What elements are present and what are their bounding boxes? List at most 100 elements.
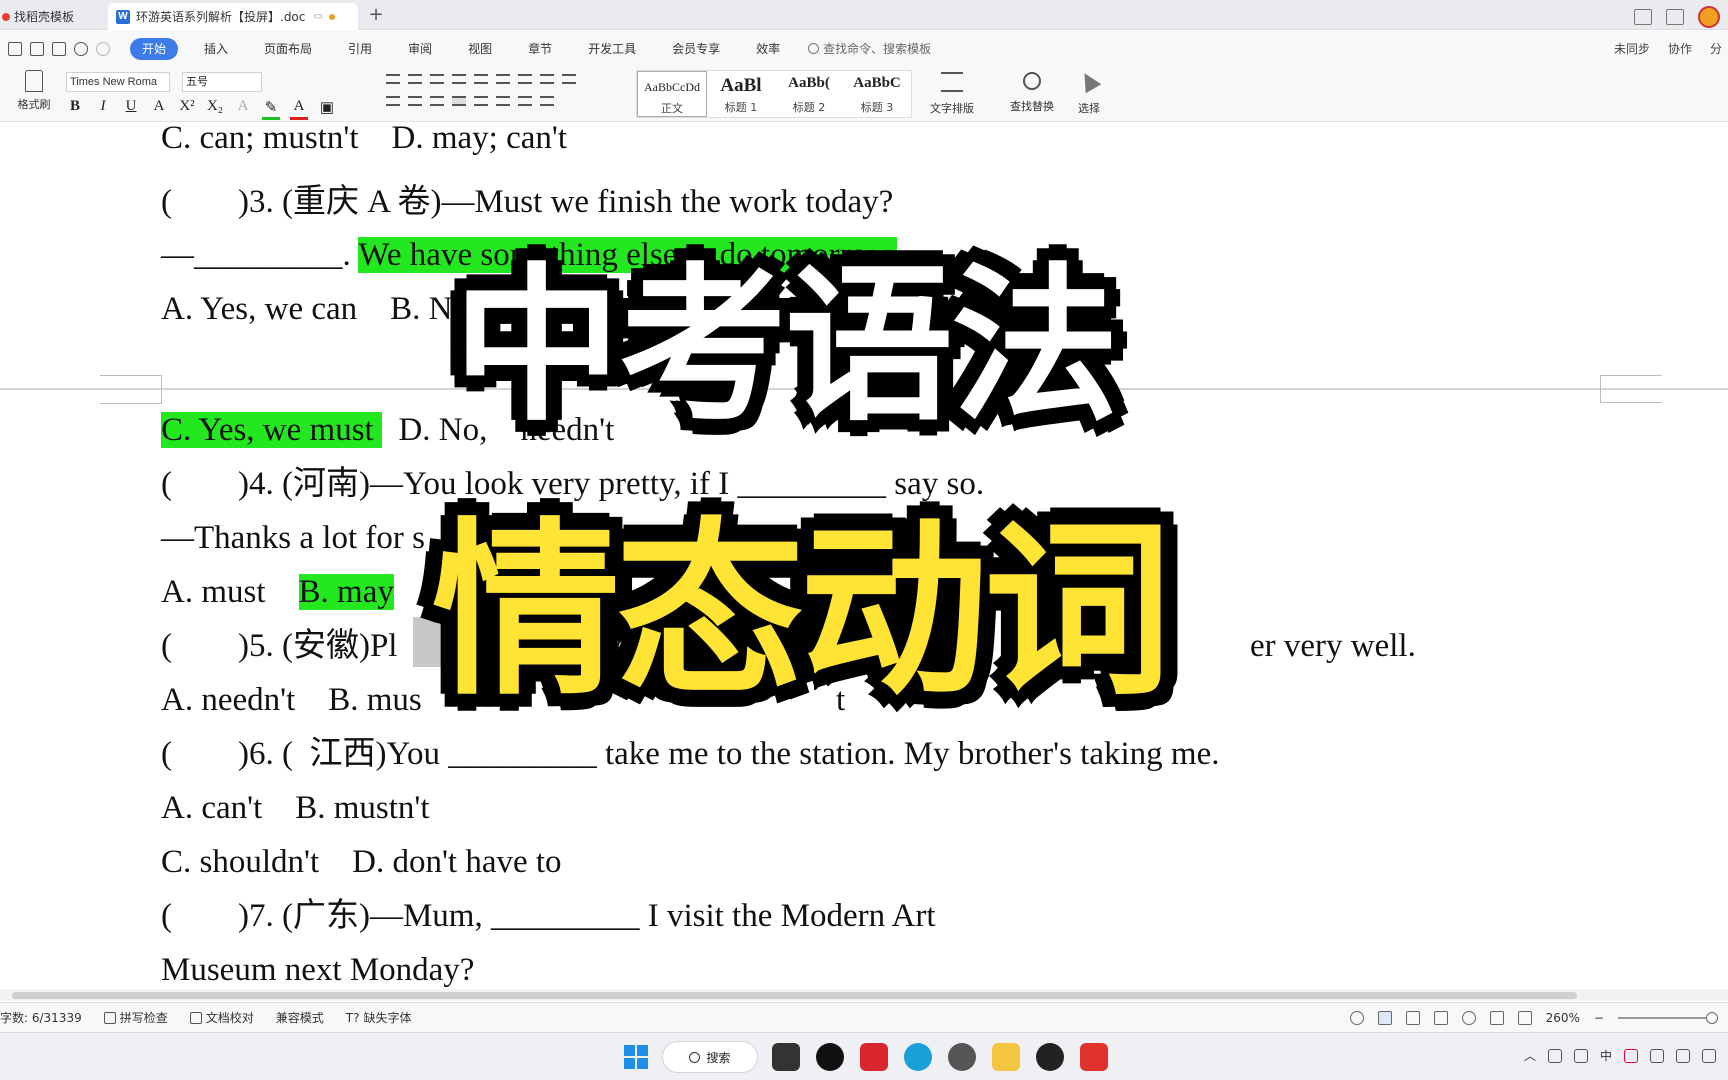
align-center-icon[interactable] — [408, 96, 422, 106]
sync-button[interactable]: 未同步 — [1614, 40, 1650, 57]
menu-tab-developer[interactable]: 开发工具 — [570, 38, 654, 60]
doc-proof-button[interactable]: 文档校对 — [189, 1009, 254, 1026]
menu-tab-review[interactable]: 审阅 — [390, 38, 450, 60]
ime-indicator[interactable]: 中 — [1600, 1047, 1612, 1064]
volume-icon[interactable] — [1676, 1048, 1690, 1063]
print-icon[interactable] — [30, 41, 44, 56]
subscript-icon[interactable]: X₂ — [206, 98, 224, 120]
web-view-icon[interactable] — [1461, 1010, 1476, 1025]
justify-icon[interactable] — [452, 96, 466, 106]
find-replace-button[interactable]: 查找替换 — [1010, 72, 1054, 114]
menu-tab-insert[interactable]: 插入 — [186, 38, 246, 60]
edge-icon[interactable] — [904, 1043, 932, 1071]
missing-font-button[interactable]: T? 缺失字体 — [346, 1009, 412, 1026]
tab-template-home[interactable]: 找稻壳模板 — [0, 3, 108, 30]
align-left-icon[interactable] — [386, 96, 400, 106]
shading-icon[interactable] — [518, 96, 532, 106]
text-effect-icon[interactable]: A — [234, 98, 252, 120]
menu-tab-member[interactable]: 会员专享 — [654, 38, 738, 60]
avatar[interactable] — [1698, 6, 1720, 28]
font-name-select[interactable]: Times New Roma — [66, 72, 170, 92]
zoom-out-button[interactable]: − — [1594, 1011, 1604, 1025]
undo-icon[interactable] — [74, 41, 88, 56]
style-heading-1[interactable]: AaBl 标题 1 — [707, 71, 775, 117]
menu-tab-efficiency[interactable]: 效率 — [738, 38, 798, 60]
clock-app-icon[interactable] — [948, 1043, 976, 1071]
write-mode-icon[interactable] — [1489, 1010, 1504, 1025]
font-color-icon[interactable]: A — [290, 98, 308, 120]
chevron-up-icon[interactable]: ︿ — [1524, 1047, 1536, 1064]
collab-button[interactable]: 协作 — [1668, 40, 1692, 57]
bold-icon[interactable]: B — [66, 98, 84, 120]
text-layout-button[interactable]: 文字排版 — [930, 72, 974, 116]
wifi-icon[interactable] — [1650, 1048, 1664, 1063]
spell-check-button[interactable]: 拼写检查 — [103, 1009, 168, 1026]
taskbar-search[interactable]: 搜索 — [662, 1041, 758, 1073]
command-search[interactable]: 查找命令、搜索模板 — [808, 40, 931, 57]
battery-icon[interactable] — [1702, 1048, 1716, 1063]
answer-blank: —_________. — [161, 237, 359, 273]
italic-icon[interactable]: I — [94, 98, 112, 120]
reading-view-icon[interactable] — [1433, 1010, 1448, 1025]
line-spacing-icon[interactable] — [496, 96, 510, 106]
file-explorer-icon[interactable] — [992, 1043, 1020, 1071]
fit-page-icon[interactable] — [1517, 1010, 1532, 1025]
outline-view-icon[interactable] — [1405, 1010, 1420, 1025]
chinese-layout-icon[interactable] — [474, 74, 488, 84]
tab-document[interactable]: W 环游英语系列解析【投屏】.doc ▭ — [108, 3, 358, 30]
windows-start-icon[interactable] — [624, 1045, 648, 1069]
style-normal[interactable]: AaBbCcDd 正文 — [637, 71, 707, 117]
alien-app-icon[interactable] — [816, 1043, 844, 1071]
wps-icon[interactable] — [1080, 1043, 1108, 1071]
align-right-icon[interactable] — [430, 96, 444, 106]
bullets-icon[interactable] — [386, 74, 400, 84]
superscript-icon[interactable]: X² — [178, 98, 196, 120]
share-button[interactable]: 分 — [1710, 40, 1722, 57]
ruler-icon[interactable] — [562, 74, 576, 84]
strikethrough-icon[interactable]: A — [150, 98, 168, 120]
tab-icon[interactable] — [540, 74, 554, 84]
page-view-icon[interactable] — [1377, 1010, 1392, 1025]
highlight-icon[interactable]: ✎ — [262, 98, 280, 120]
word-count[interactable]: 字数: 6/31339 — [0, 1009, 82, 1026]
format-painter-button[interactable]: 格式刷 — [12, 70, 56, 112]
zoom-slider[interactable] — [1618, 1011, 1718, 1024]
print-preview-icon[interactable] — [52, 41, 66, 56]
menu-tab-view[interactable]: 视图 — [450, 38, 510, 60]
increase-indent-icon[interactable] — [452, 74, 466, 84]
numbering-icon[interactable] — [408, 74, 422, 84]
menu-tab-sections[interactable]: 章节 — [510, 38, 570, 60]
horizontal-scrollbar[interactable] — [0, 989, 1728, 1001]
select-button[interactable]: 选择 — [1076, 68, 1102, 116]
menu-tab-home[interactable]: 开始 — [130, 37, 179, 60]
doc-line: ( )6. ( 江西)You _________ take me to the … — [161, 736, 1220, 772]
task-view-icon[interactable] — [772, 1043, 800, 1071]
decrease-indent-icon[interactable] — [430, 74, 444, 84]
save-icon[interactable] — [8, 41, 22, 56]
show-marks-icon[interactable] — [518, 74, 532, 84]
char-border-icon[interactable]: ▣ — [318, 98, 336, 120]
new-tab-button[interactable]: + — [366, 4, 386, 26]
youdao-icon[interactable] — [860, 1043, 888, 1071]
eye-protect-icon[interactable] — [1349, 1010, 1364, 1025]
underline-icon[interactable]: U — [122, 98, 140, 120]
borders-icon[interactable] — [540, 96, 554, 106]
style-heading-2[interactable]: AaBb( 标题 2 — [775, 71, 843, 117]
sogou-icon[interactable] — [1624, 1048, 1638, 1063]
redo-icon[interactable] — [96, 41, 110, 56]
zoom-level[interactable]: 260% — [1546, 1011, 1580, 1025]
menu-tab-page-layout[interactable]: 页面布局 — [246, 38, 330, 60]
menu-tab-references[interactable]: 引用 — [330, 38, 390, 60]
font-size-select[interactable]: 五号 — [182, 72, 262, 92]
style-heading-3[interactable]: AaBbC 标题 3 — [843, 71, 911, 117]
screen-icon[interactable]: ▭ — [313, 11, 322, 22]
distribute-icon[interactable] — [474, 96, 488, 106]
grid-icon[interactable] — [1666, 9, 1684, 25]
security-icon[interactable] — [1547, 1048, 1562, 1063]
record-app-icon[interactable] — [1036, 1043, 1064, 1071]
layout-icon[interactable] — [1634, 9, 1652, 25]
zoom-knob[interactable] — [1706, 1011, 1718, 1024]
mic-icon[interactable] — [1573, 1048, 1588, 1063]
sort-icon[interactable] — [496, 74, 510, 84]
scrollbar-thumb[interactable] — [12, 992, 1577, 999]
